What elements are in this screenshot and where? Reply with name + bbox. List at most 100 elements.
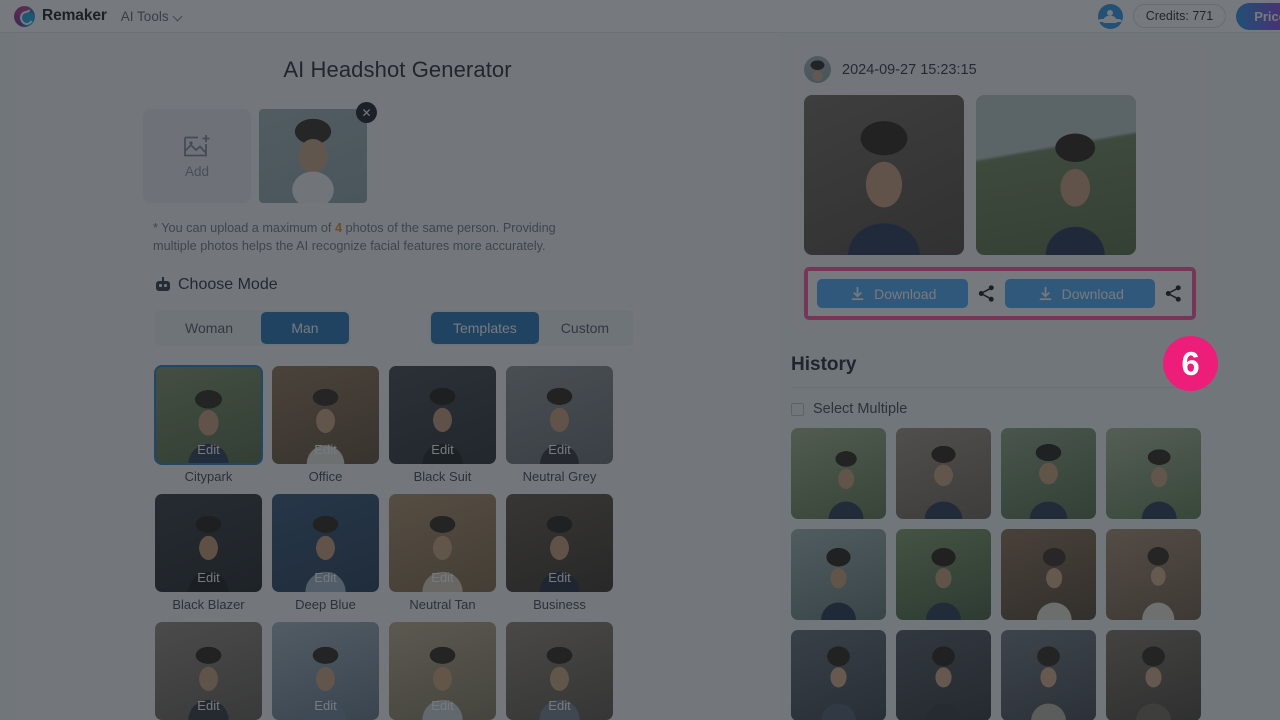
template-card[interactable]: Edit Black Blazer — [155, 493, 262, 612]
brand-logo[interactable]: Remaker — [14, 5, 107, 27]
template-thumbnail[interactable]: Edit — [155, 493, 262, 592]
history-thumbnail[interactable] — [896, 428, 991, 519]
template-name: Neutral Grey — [522, 468, 597, 484]
template-thumbnail[interactable]: Edit — [272, 365, 379, 464]
template-edit-button[interactable]: Edit — [506, 698, 613, 713]
template-thumbnail[interactable]: Edit — [506, 365, 613, 464]
source-option-custom[interactable]: Custom — [539, 312, 631, 344]
source-segmented-control: Templates Custom — [428, 309, 634, 346]
template-thumbnail[interactable]: Edit — [272, 621, 379, 720]
history-thumbnail[interactable] — [791, 428, 886, 519]
template-thumbnail[interactable]: Edit — [272, 493, 379, 592]
people-icon[interactable] — [1097, 3, 1123, 29]
result-card: 2024-09-27 15:23:15 Download Download — [791, 42, 1209, 332]
choose-mode-heading: Choose Mode — [155, 276, 779, 294]
download-label-1: Download — [874, 285, 937, 302]
source-option-templates[interactable]: Templates — [430, 311, 539, 344]
gender-segmented-control: Woman Man — [155, 309, 351, 346]
close-icon[interactable]: ✕ — [356, 102, 377, 123]
result-images — [804, 95, 1196, 255]
select-multiple-checkbox[interactable] — [791, 402, 804, 416]
header-actions: Credits: 771 Price — [1097, 2, 1280, 30]
download-button-2[interactable]: Download — [1004, 279, 1155, 308]
add-photo-button[interactable]: Add — [143, 109, 251, 203]
step-badge: 6 — [1163, 336, 1218, 391]
template-card[interactable]: Edit — [506, 621, 613, 720]
template-edit-button[interactable]: Edit — [155, 698, 262, 713]
download-actions-highlight: Download Download — [804, 267, 1196, 320]
template-edit-button[interactable]: Edit — [389, 442, 496, 457]
template-card[interactable]: Edit Deep Blue — [272, 493, 379, 612]
download-icon — [851, 286, 864, 301]
download-button-1[interactable]: Download — [817, 279, 968, 308]
result-image-2[interactable] — [976, 95, 1136, 255]
uploaded-photo[interactable]: ✕ — [259, 102, 377, 203]
result-header: 2024-09-27 15:23:15 — [804, 56, 1196, 83]
price-button[interactable]: Price — [1236, 2, 1280, 30]
template-card[interactable]: Edit Office — [272, 365, 379, 484]
upload-hint-prefix: * You can upload a maximum of — [153, 221, 335, 235]
template-thumbnail[interactable]: Edit — [154, 364, 263, 465]
upload-hint: * You can upload a maximum of 4 photos o… — [153, 219, 583, 256]
history-thumbnail[interactable] — [1001, 529, 1096, 620]
history-title: History — [791, 354, 857, 375]
download-label-2: Download — [1061, 285, 1124, 302]
template-thumbnail[interactable]: Edit — [389, 493, 496, 592]
app-root: Remaker AI Tools Credits: 771 Price AI H… — [0, 0, 1280, 720]
select-multiple-row[interactable]: Select Multiple — [791, 401, 1209, 417]
template-edit-button[interactable]: Edit — [272, 442, 379, 457]
template-card[interactable]: Edit Business — [506, 493, 613, 612]
choose-mode-label: Choose Mode — [178, 275, 278, 293]
mode-selectors: Woman Man Templates Custom — [155, 309, 779, 346]
gender-option-man[interactable]: Man — [260, 311, 349, 344]
share-icon[interactable] — [977, 284, 996, 303]
gender-option-woman[interactable]: Woman — [157, 312, 261, 344]
history-thumbnail[interactable] — [1106, 428, 1201, 519]
template-card[interactable]: Edit Black Suit — [389, 365, 496, 484]
select-multiple-label: Select Multiple — [813, 401, 908, 417]
share-icon[interactable] — [1164, 284, 1183, 303]
template-thumbnail[interactable]: Edit — [506, 621, 613, 720]
history-thumbnail[interactable] — [1106, 529, 1201, 620]
history-header: History — [791, 354, 1209, 388]
history-thumbnail[interactable] — [896, 529, 991, 620]
template-edit-button[interactable]: Edit — [272, 698, 379, 713]
avatar — [804, 56, 831, 83]
robot-icon — [155, 277, 171, 292]
credits-badge[interactable]: Credits: 771 — [1132, 4, 1227, 28]
template-thumbnail[interactable]: Edit — [389, 365, 496, 464]
template-card[interactable]: Edit Neutral Grey — [506, 365, 613, 484]
template-edit-button[interactable]: Edit — [506, 570, 613, 585]
template-thumbnail[interactable]: Edit — [155, 621, 262, 720]
app-header: Remaker AI Tools Credits: 771 Price — [0, 0, 1280, 33]
template-card[interactable]: Edit — [272, 621, 379, 720]
nav-ai-tools-label: AI Tools — [120, 8, 169, 24]
template-edit-button[interactable]: Edit — [155, 570, 262, 585]
nav-ai-tools[interactable]: AI Tools — [121, 9, 183, 24]
template-edit-button[interactable]: Edit — [506, 442, 613, 457]
template-thumbnail[interactable]: Edit — [506, 493, 613, 592]
template-card[interactable]: Edit Citypark — [154, 364, 263, 484]
image-plus-icon — [184, 135, 210, 157]
template-thumbnail[interactable]: Edit — [389, 621, 496, 720]
history-thumbnail[interactable] — [791, 529, 886, 620]
history-thumbnail[interactable] — [1001, 630, 1096, 720]
history-thumbnail[interactable] — [1106, 630, 1201, 720]
template-name: Citypark — [184, 468, 233, 484]
template-edit-button[interactable]: Edit — [155, 442, 262, 457]
download-icon — [1039, 286, 1051, 301]
history-thumbnail[interactable] — [791, 630, 886, 720]
result-image-1[interactable] — [804, 95, 964, 255]
template-name: Office — [308, 468, 343, 484]
template-edit-button[interactable]: Edit — [389, 698, 496, 713]
template-edit-button[interactable]: Edit — [272, 570, 379, 585]
template-card[interactable]: Edit — [389, 621, 496, 720]
brand-name: Remaker — [42, 7, 107, 24]
history-grid — [791, 428, 1209, 720]
history-thumbnail[interactable] — [896, 630, 991, 720]
result-history-panel: 2024-09-27 15:23:15 Download Download Hi… — [791, 42, 1209, 720]
template-card[interactable]: Edit — [155, 621, 262, 720]
template-card[interactable]: Edit Neutral Tan — [389, 493, 496, 612]
history-thumbnail[interactable] — [1001, 428, 1096, 519]
template-edit-button[interactable]: Edit — [389, 570, 496, 585]
